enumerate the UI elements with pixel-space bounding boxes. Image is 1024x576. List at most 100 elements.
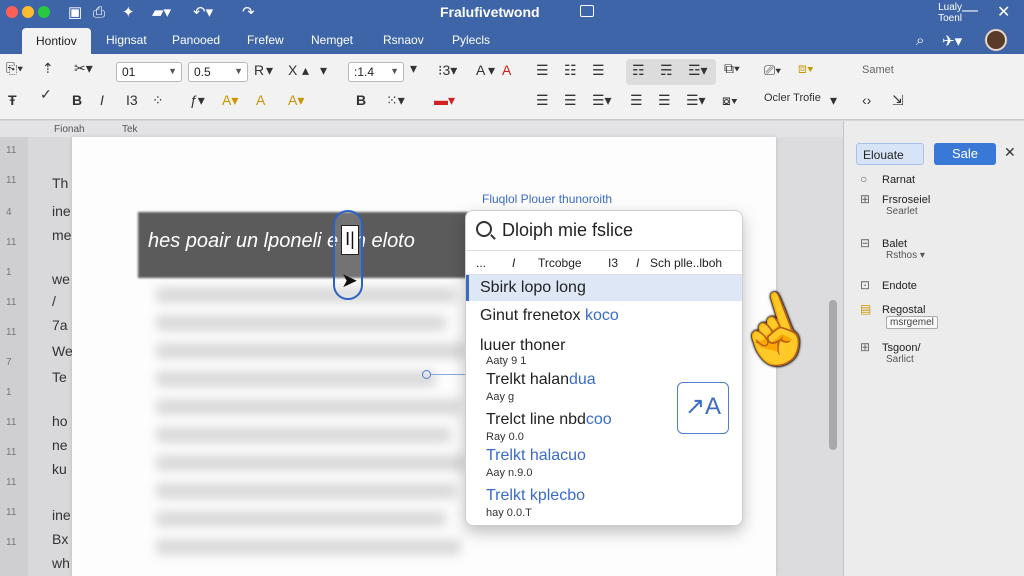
folder-color-icon: ▤ xyxy=(860,302,872,316)
italic-option[interactable]: I xyxy=(636,256,639,270)
print-icon[interactable]: ⎙ xyxy=(93,3,105,23)
share-icon[interactable]: ✦ xyxy=(122,3,135,23)
chevron-up-icon[interactable]: ▴ xyxy=(302,62,309,79)
tab-design[interactable]: Panooed xyxy=(172,33,220,47)
pane-tab[interactable]: Elouate xyxy=(856,143,924,165)
shading-icon[interactable]: ☰▾ xyxy=(686,92,706,109)
chevron-down-icon[interactable]: ▾ xyxy=(488,62,495,79)
tab-insert[interactable]: Hignsat xyxy=(106,33,147,47)
pane-item-personal[interactable]: ⊞ Frsroseiel Searlet xyxy=(860,192,930,217)
tab-home[interactable]: Hontiov xyxy=(22,28,91,54)
show-marks-icon[interactable]: ⧇▾ xyxy=(722,92,738,109)
undo-icon[interactable]: ↶▾ xyxy=(193,3,213,23)
suggestion-item-6[interactable]: Trelkt halacuo xyxy=(466,447,742,465)
styles-label[interactable]: Ocler Trofie xyxy=(764,92,821,104)
bullets-icon[interactable]: ☰ xyxy=(536,62,549,79)
translate-button[interactable]: ↗A xyxy=(677,382,729,434)
format-option[interactable]: Sch plle..lboh xyxy=(650,256,722,270)
pane-item-format[interactable]: ○ Rarnat xyxy=(860,172,915,186)
font-name-field[interactable]: 01 ▼ xyxy=(116,62,182,82)
sensitivity-icon[interactable]: ⇲ xyxy=(892,92,904,109)
italic-alt-button[interactable]: I3 xyxy=(126,92,138,108)
numbering-icon[interactable]: ☷ xyxy=(564,62,577,79)
italic-button[interactable]: I xyxy=(100,92,104,108)
chevron-down-icon[interactable]: ▾ xyxy=(266,62,273,79)
chevron-left-icon[interactable]: ‹› xyxy=(862,92,871,108)
save-icon[interactable]: ▣ xyxy=(68,3,82,23)
sort-icon[interactable]: ☲▾ xyxy=(688,62,708,79)
account-label[interactable]: Lualy Toenl xyxy=(912,2,962,24)
styles-alt-icon[interactable]: ⧈▾ xyxy=(798,60,814,77)
format-option[interactable]: Trcobge xyxy=(538,256,582,270)
avatar[interactable] xyxy=(985,29,1007,51)
text-color-icon[interactable]: A▾ xyxy=(288,92,304,109)
pane-item-regostal[interactable]: ▤ Regostal msrgemel xyxy=(860,302,938,329)
popup-search-input[interactable] xyxy=(502,220,732,241)
search-icon[interactable]: ⌕ xyxy=(916,32,924,49)
underline-color-icon[interactable]: ▬▾ xyxy=(434,92,455,109)
cut-icon[interactable]: ✂▾ xyxy=(74,60,93,77)
folder-icon[interactable]: ▰▾ xyxy=(152,3,171,23)
tab-layout[interactable]: Frefew xyxy=(247,33,284,47)
suggestion-item-2[interactable]: Ginut frenetox koco xyxy=(466,307,742,325)
pane-item-balet[interactable]: ⊟ Balet Rsthos ▾ xyxy=(860,236,925,261)
tab-references[interactable]: Nemget xyxy=(311,33,353,47)
background-text: ho xyxy=(52,413,68,429)
close-icon[interactable]: ✕ xyxy=(997,2,1010,22)
multilevel-icon[interactable]: ☰ xyxy=(592,62,605,79)
check-icon[interactable]: ✓ xyxy=(40,86,52,103)
tab-review[interactable]: Rsnaov xyxy=(383,33,424,47)
redo-icon[interactable]: ↷ xyxy=(242,3,255,23)
align-left-icon[interactable]: ☰ xyxy=(536,92,549,109)
pane-item-tsgoon[interactable]: ⊞ Tsgoon/ Sarlict xyxy=(860,340,921,365)
highlight-icon[interactable]: A▾ xyxy=(222,92,238,109)
format-option[interactable]: I3 xyxy=(608,256,618,270)
pane-item-endote[interactable]: ⊡ Endote xyxy=(860,278,917,292)
format-painter-icon[interactable]: ⇡ xyxy=(42,60,54,77)
save-button[interactable]: Sale xyxy=(934,143,996,165)
blurred-text-line xyxy=(156,427,451,443)
sparkle-icon[interactable]: ⁘ xyxy=(152,92,164,109)
borders-icon[interactable]: ⧉▾ xyxy=(724,60,740,77)
more-icon[interactable]: ... xyxy=(476,256,486,270)
line-number: 4 xyxy=(6,207,12,218)
align-center-icon[interactable]: ☰ xyxy=(564,92,577,109)
bold-button[interactable]: B xyxy=(72,92,82,108)
bold-b-button[interactable]: B xyxy=(356,92,366,108)
suggestion-item-7[interactable]: Trelkt kplecbo xyxy=(466,487,742,505)
share-menu-icon[interactable]: ✈▾ xyxy=(942,32,962,50)
chevron-down-icon[interactable]: ▾ xyxy=(830,92,837,109)
text-direction-icon[interactable]: ⁝3▾ xyxy=(438,62,457,79)
chevron-down-box-icon[interactable]: ▾ xyxy=(410,60,417,77)
align-right-icon[interactable]: ☰▾ xyxy=(592,92,612,109)
font-red-a-icon[interactable]: A xyxy=(502,62,511,78)
italic-option[interactable]: I xyxy=(512,256,515,270)
pane-field[interactable]: msrgemel xyxy=(886,316,938,329)
strike-button[interactable]: X xyxy=(288,62,297,78)
selected-text[interactable]: hes poair un lponeli e un eloto xyxy=(148,230,415,253)
close-pane-icon[interactable]: ✕ xyxy=(1004,144,1016,161)
suggestion-item-3[interactable]: luuer thoner xyxy=(466,337,742,355)
r-menu[interactable]: R xyxy=(254,62,264,78)
style-field[interactable]: :1.4 ▼ xyxy=(348,62,404,82)
minimize-icon[interactable]: — xyxy=(962,2,978,20)
paste-icon[interactable]: ⎘▾ xyxy=(6,60,23,77)
increase-indent-icon[interactable]: ☴ xyxy=(660,62,673,79)
decrease-indent-icon[interactable]: ☶ xyxy=(632,62,645,79)
clear-format-icon[interactable]: Ŧ xyxy=(8,92,17,108)
vertical-scrollbar[interactable] xyxy=(829,300,837,450)
suggestion-item-1[interactable]: Sbirk lopo long xyxy=(466,275,742,301)
font-a-button[interactable]: A xyxy=(476,62,485,78)
chevron-down-icon[interactable]: ▾ xyxy=(320,62,327,79)
font-size-field[interactable]: 0.5 ▼ xyxy=(188,62,248,82)
close-window-button[interactable] xyxy=(6,6,18,18)
highlight-alt-icon[interactable]: A xyxy=(256,92,265,108)
zoom-window-button[interactable] xyxy=(38,6,50,18)
line-spacing-icon[interactable]: ☰ xyxy=(658,92,671,109)
tab-view[interactable]: Pylecls xyxy=(452,33,490,47)
styles-gallery-icon[interactable]: ⎚▾ xyxy=(764,62,781,79)
insert-icon[interactable]: ⁙▾ xyxy=(386,92,405,109)
font-color-icon[interactable]: ƒ▾ xyxy=(190,92,205,109)
minimize-window-button[interactable] xyxy=(22,6,34,18)
justify-icon[interactable]: ☰ xyxy=(630,92,643,109)
